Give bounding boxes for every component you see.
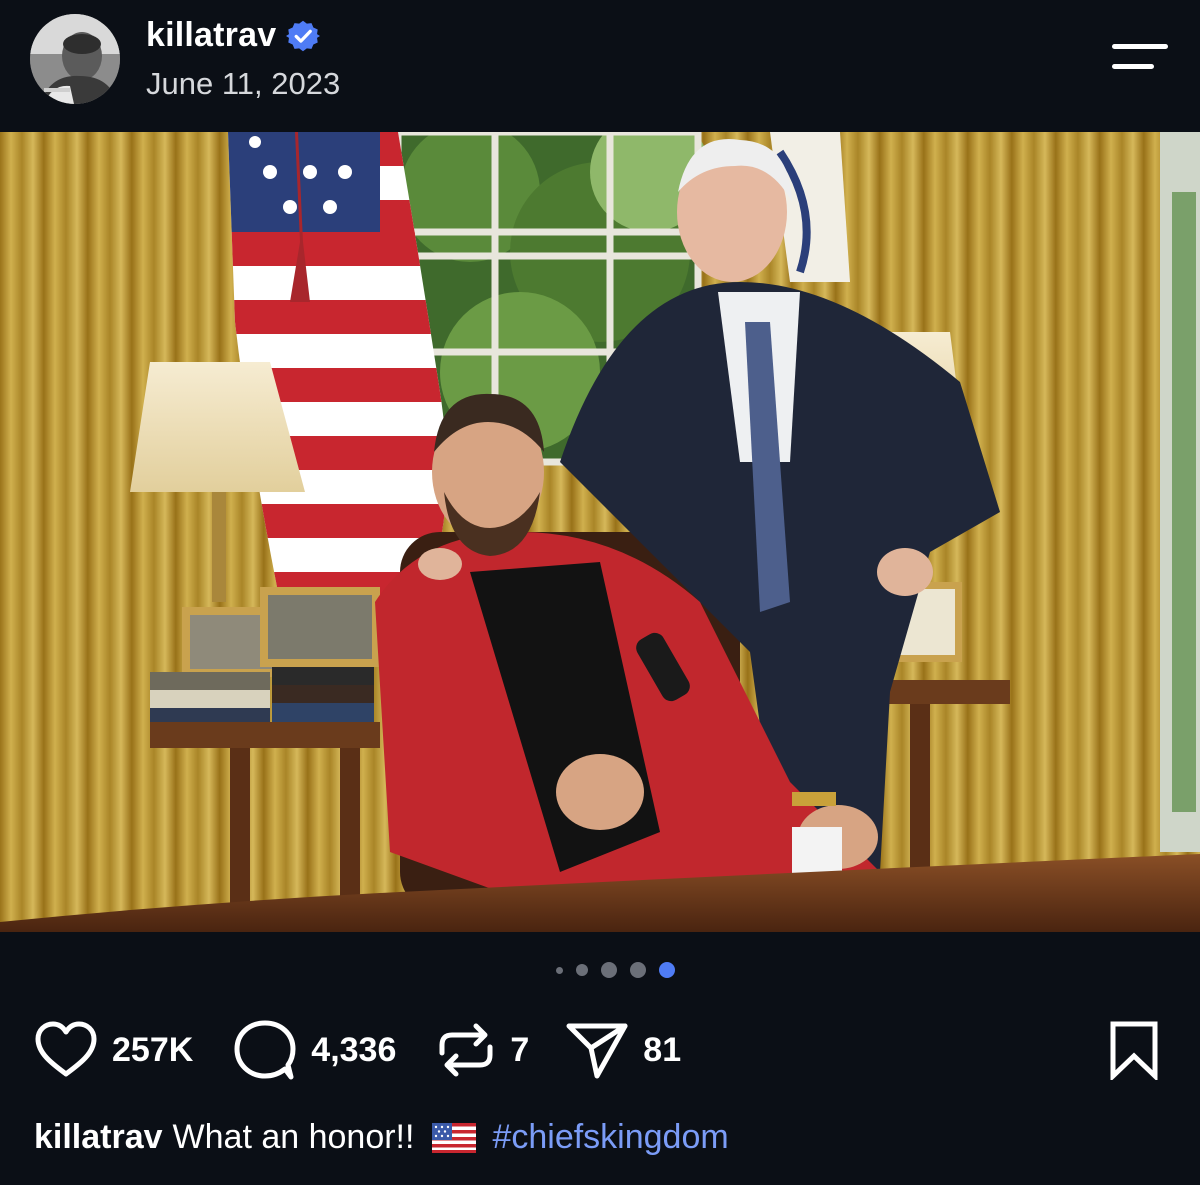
send-paper-plane-icon	[566, 1023, 628, 1079]
username[interactable]: killatrav	[146, 16, 276, 55]
repost-icon	[439, 1023, 493, 1077]
comments-count: 4,336	[311, 1030, 397, 1069]
carousel-dot[interactable]	[600, 962, 617, 978]
us-flag-emoji	[432, 1122, 477, 1153]
avatar[interactable]	[30, 14, 120, 104]
hashtag-link[interactable]: #chiefskingdom	[492, 1118, 728, 1157]
heart-icon	[35, 1021, 97, 1077]
verified-badge-icon	[286, 20, 321, 51]
post-photo[interactable]	[0, 132, 1200, 932]
avatar-image	[30, 14, 120, 104]
action-bar: 257K 4,336 7 81	[34, 1018, 681, 1082]
carousel-dot[interactable]	[575, 964, 588, 976]
likes-count: 257K	[112, 1030, 194, 1069]
post-caption: killatrav What an honor!! #chiefskingdom	[34, 1118, 729, 1157]
carousel-dot[interactable]	[629, 962, 646, 978]
bookmark-icon	[1110, 1021, 1158, 1082]
caption-username[interactable]: killatrav	[34, 1118, 163, 1157]
carousel-indicator[interactable]	[0, 962, 1200, 978]
oval-office-photo	[0, 132, 1200, 932]
reposts-count: 7	[510, 1030, 530, 1069]
comment-bubble-icon	[234, 1020, 296, 1080]
shares-count: 81	[643, 1030, 682, 1069]
repost-button[interactable]: 7	[436, 1019, 529, 1081]
share-button[interactable]: 81	[565, 1020, 681, 1080]
caption-text: What an honor!!	[172, 1118, 415, 1156]
like-button[interactable]: 257K	[34, 1021, 193, 1079]
username-row: killatrav	[146, 16, 321, 55]
menu-icon[interactable]	[1112, 40, 1170, 74]
carousel-dot[interactable]	[555, 966, 563, 974]
comment-button[interactable]: 4,336	[233, 1019, 396, 1081]
carousel-dot-active[interactable]	[658, 962, 675, 978]
bookmark-button[interactable]	[1108, 1020, 1160, 1082]
post-date: June 11, 2023	[146, 66, 341, 101]
post-header: killatrav June 11, 2023	[0, 0, 1200, 132]
